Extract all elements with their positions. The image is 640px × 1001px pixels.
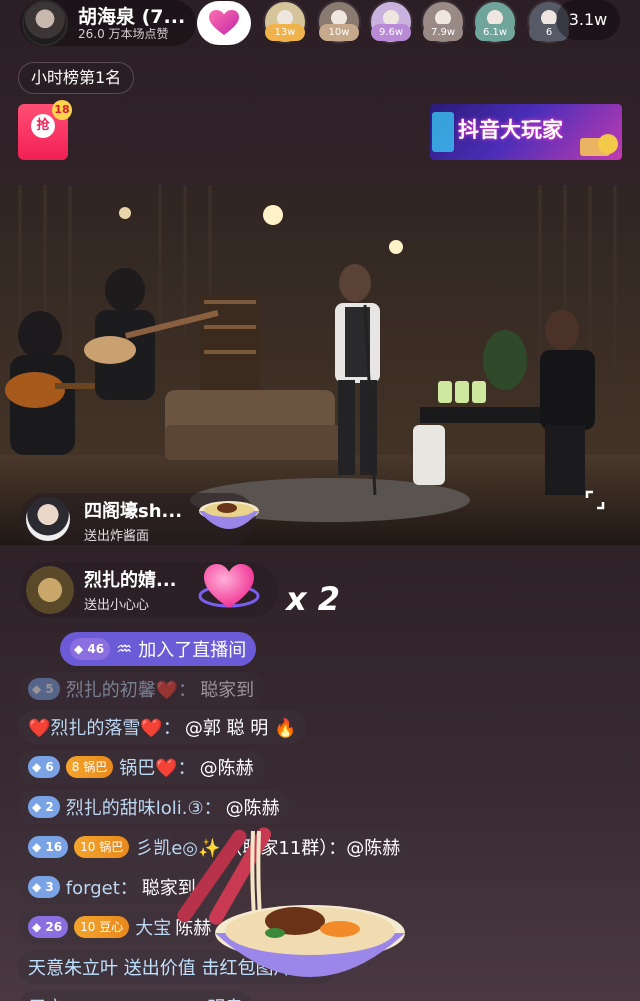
viewer-contribution: 7.9w xyxy=(423,24,463,41)
chat-username[interactable]: 烈扎的甜味loli.③： xyxy=(66,794,222,820)
gift-sender-name: 四阁壕sh... xyxy=(84,501,183,522)
red-packet-label: 抢 xyxy=(31,114,55,138)
banner-text: 抖音大玩家 xyxy=(458,118,563,142)
heart-icon xyxy=(209,10,239,35)
chat-username[interactable]: 烈扎的初馨❤️： xyxy=(66,676,196,702)
chat-message[interactable]: ◆ 5 烈扎的初馨❤️： 聪家到 xyxy=(18,672,265,706)
viewer-contribution: 13w xyxy=(265,24,305,41)
gift-sender-avatar-2[interactable] xyxy=(26,566,74,614)
online-count[interactable]: 3.1w xyxy=(556,0,620,40)
chat-text: @陈赫 xyxy=(199,758,254,779)
live-video-stream[interactable]: 四阁壕sh... 送出炸酱面 xyxy=(0,185,640,545)
user-level-badge: ◆ 6 xyxy=(28,756,60,778)
stage-scene xyxy=(0,185,640,545)
viewer-contribution: 10w xyxy=(319,24,359,41)
user-level-badge: ◆ 26 xyxy=(28,916,69,938)
promo-banner[interactable]: 抖音大玩家 xyxy=(430,104,622,160)
chat-message[interactable]: ❤️烈扎的落雪❤️： @郭 聪 明 🔥 xyxy=(18,710,307,744)
user-level-badge: ◆ 2 xyxy=(28,796,60,818)
gift-multiplier: x 2 xyxy=(286,580,341,618)
viewer-contribution: 9.6w xyxy=(371,24,411,41)
zodiac-icon: ♒ xyxy=(116,638,133,660)
host-likes: 26.0 万本场点赞 xyxy=(78,27,169,41)
user-level-badge: ◆ 5 xyxy=(28,678,60,700)
chat-message[interactable]: ◆ 68 锅巴 锅巴❤️： @陈赫 xyxy=(18,750,264,784)
user-level-badge: ◆ 3 xyxy=(28,876,60,898)
fullscreen-icon[interactable] xyxy=(585,490,605,510)
chat-text: @郭 聪 明 🔥 xyxy=(184,718,297,739)
fan-club-badge: 10 锅巴 xyxy=(74,836,130,858)
user-level-badge: ◆ 16 xyxy=(28,836,69,858)
chat-username[interactable]: 锅巴❤️： xyxy=(119,754,195,780)
gift-description: 送出炸酱面 xyxy=(84,529,150,544)
chat-text: 加入了直播间 xyxy=(138,640,247,661)
small-heart-icon xyxy=(198,564,260,608)
follow-button[interactable] xyxy=(197,1,251,45)
gift-sender-name-2: 烈扎的婧... xyxy=(84,570,177,591)
noodle-gift-animation xyxy=(177,827,405,977)
noodle-bowl-icon xyxy=(199,501,259,529)
join-notice[interactable]: ◆ 46 ♒ 加入了直播间 xyxy=(60,632,257,666)
chat-username[interactable]: ❤️烈扎的落雪❤️： xyxy=(28,714,181,740)
gift-sender-avatar[interactable] xyxy=(26,497,70,541)
chat-username[interactable]: forget： xyxy=(66,874,138,900)
fan-club-badge: 10 豆心 xyxy=(74,916,130,938)
gift-description-2: 送出小心心 xyxy=(84,598,150,613)
chat-message[interactable]: ◆ 2 烈扎的甜味loli.③： @陈赫 xyxy=(18,790,290,824)
red-packet-count: 18 xyxy=(52,100,72,120)
viewer-contribution: 6.1w xyxy=(475,24,515,41)
chat-text: 聪家到 xyxy=(200,680,255,701)
fan-club-badge: 8 锅巴 xyxy=(65,756,114,778)
host-avatar[interactable] xyxy=(22,0,68,46)
user-level-badge: ◆ 46 xyxy=(70,638,111,660)
chat-text: @陈赫 xyxy=(225,798,280,819)
hourly-rank-badge[interactable]: 小时榜第1名 xyxy=(18,62,135,94)
